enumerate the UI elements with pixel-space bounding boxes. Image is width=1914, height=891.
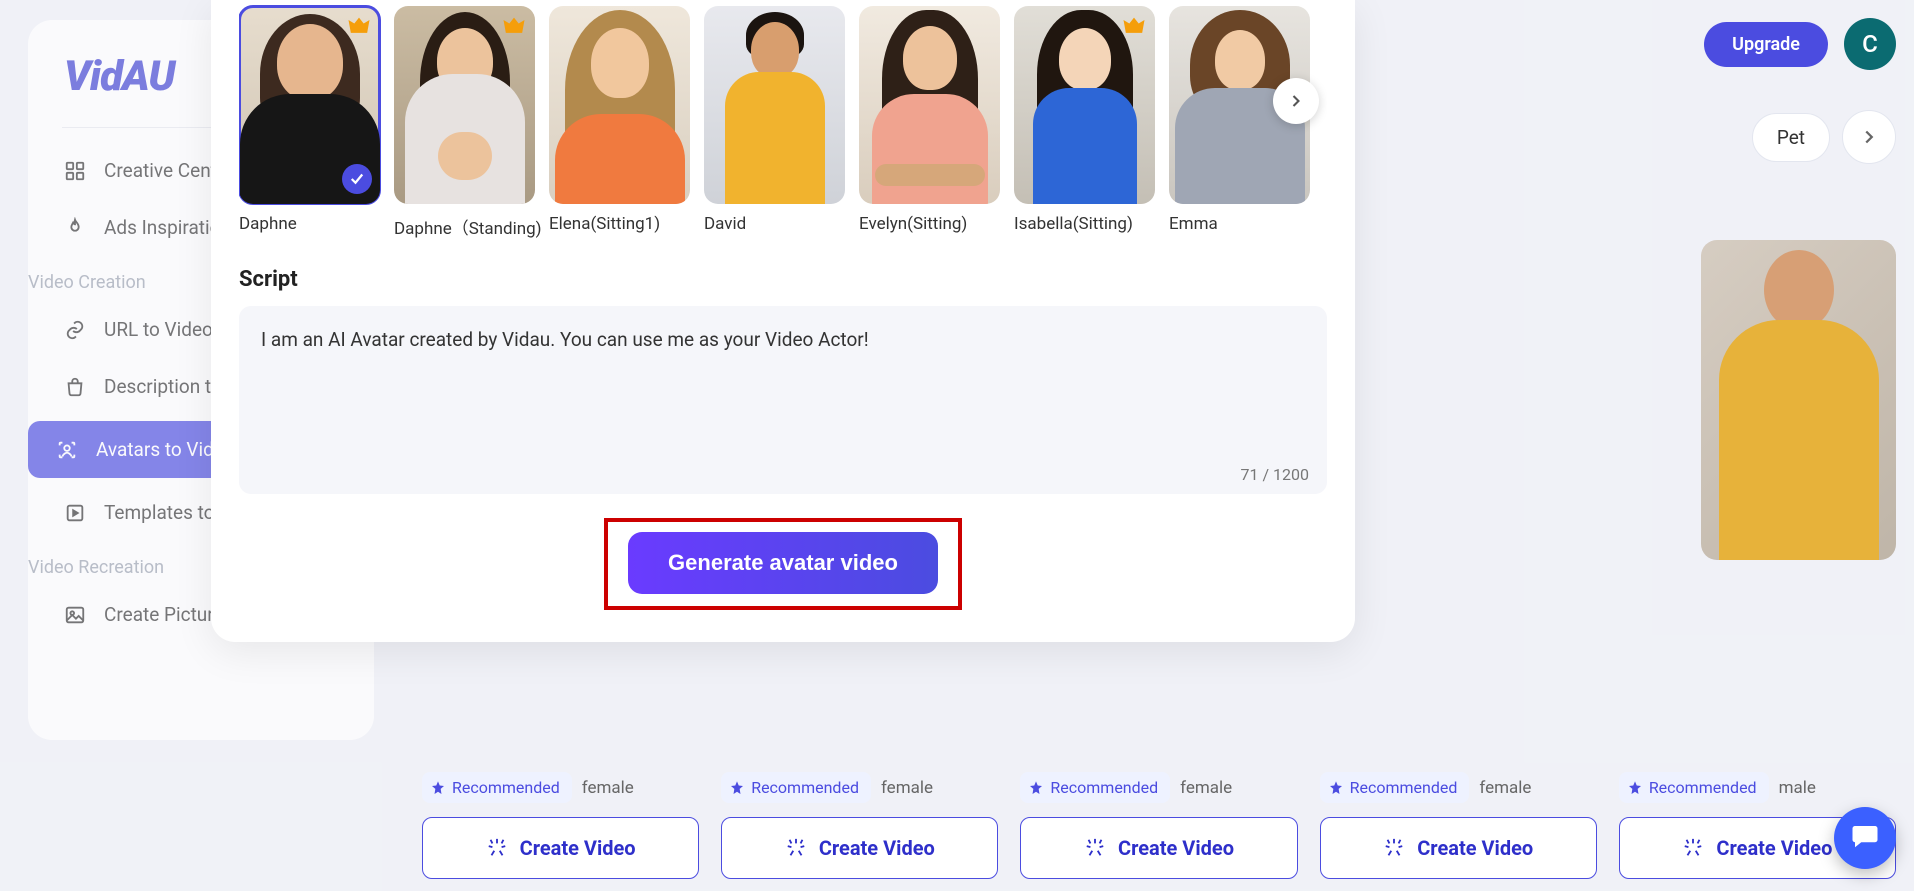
grid-icon bbox=[64, 160, 86, 182]
avatar-label: Isabella(Sitting) bbox=[1014, 214, 1155, 234]
play-square-icon bbox=[64, 502, 86, 524]
avatar-label: Emma bbox=[1169, 214, 1310, 234]
avatar-option-evelyn-sitting[interactable] bbox=[859, 6, 1000, 204]
create-video-button[interactable]: Create Video bbox=[721, 817, 998, 879]
filter-chips: Pet bbox=[1752, 110, 1896, 164]
avatar-modal: Daphne Daphne（Standing) Elena(Sitting1) bbox=[211, 0, 1355, 642]
image-icon bbox=[64, 604, 86, 626]
create-video-button[interactable]: Create Video bbox=[1020, 817, 1297, 879]
premium-badge-icon bbox=[499, 12, 529, 42]
chat-fab[interactable] bbox=[1834, 807, 1896, 869]
script-textarea[interactable]: I am an AI Avatar created by Vidau. You … bbox=[261, 326, 1305, 355]
gender-label: female bbox=[881, 778, 933, 798]
topbar: Upgrade C bbox=[1704, 18, 1896, 70]
recommended-badge: Recommended bbox=[1619, 772, 1769, 803]
chat-icon bbox=[1850, 821, 1880, 855]
avatar-strip-next-button[interactable] bbox=[1273, 78, 1319, 124]
avatar-label: Elena(Sitting1) bbox=[549, 214, 690, 234]
video-card: Recommended female Create Video bbox=[1020, 772, 1297, 879]
generate-avatar-video-button[interactable]: Generate avatar video bbox=[628, 532, 938, 594]
bag-icon bbox=[64, 376, 86, 398]
gender-label: female bbox=[1180, 778, 1232, 798]
gender-label: female bbox=[1479, 778, 1531, 798]
avatar-option-elena-sitting1[interactable] bbox=[549, 6, 690, 204]
premium-badge-icon bbox=[1119, 12, 1149, 42]
avatar-option-daphne-standing[interactable] bbox=[394, 6, 535, 204]
flame-icon bbox=[64, 217, 86, 239]
avatar-scan-icon bbox=[56, 439, 78, 461]
avatar-option-daphne[interactable] bbox=[239, 6, 380, 204]
char-count: 71 / 1200 bbox=[1241, 465, 1310, 484]
video-card: Recommended female Create Video bbox=[422, 772, 699, 879]
script-box: I am an AI Avatar created by Vidau. You … bbox=[239, 306, 1327, 494]
video-cards-row: Recommended female Create Video Recommen… bbox=[422, 772, 1896, 891]
recommended-badge: Recommended bbox=[1320, 772, 1470, 803]
background-video-preview bbox=[1701, 240, 1896, 560]
avatar-option-isabella-sitting[interactable] bbox=[1014, 6, 1155, 204]
preview-body bbox=[1719, 320, 1879, 560]
avatar-option-david[interactable] bbox=[704, 6, 845, 204]
avatar-label: Daphne（Standing) bbox=[394, 214, 535, 239]
recommended-badge: Recommended bbox=[1020, 772, 1170, 803]
recommended-badge: Recommended bbox=[422, 772, 572, 803]
avatar-label: David bbox=[704, 214, 845, 234]
gender-label: male bbox=[1779, 778, 1816, 798]
preview-head bbox=[1764, 250, 1834, 330]
upgrade-button[interactable]: Upgrade bbox=[1704, 22, 1828, 67]
highlight-annotation: Generate avatar video bbox=[604, 518, 962, 610]
video-card: Recommended female Create Video bbox=[721, 772, 998, 879]
gender-label: female bbox=[582, 778, 634, 798]
chip-next-button[interactable] bbox=[1842, 110, 1896, 164]
script-heading: Script bbox=[239, 267, 1327, 292]
create-video-button[interactable]: Create Video bbox=[422, 817, 699, 879]
chip-pet[interactable]: Pet bbox=[1752, 113, 1830, 162]
link-icon bbox=[64, 319, 86, 341]
avatar-strip: Daphne Daphne（Standing) Elena(Sitting1) bbox=[239, 2, 1327, 249]
selected-check-icon bbox=[342, 164, 372, 194]
user-avatar[interactable]: C bbox=[1844, 18, 1896, 70]
avatar-label: Daphne bbox=[239, 214, 380, 234]
avatar-label: Evelyn(Sitting) bbox=[859, 214, 1000, 234]
create-video-button[interactable]: Create Video bbox=[1320, 817, 1597, 879]
premium-badge-icon bbox=[344, 12, 374, 42]
video-card: Recommended female Create Video bbox=[1320, 772, 1597, 879]
sidebar-item-label: URL to Video bbox=[104, 318, 213, 341]
recommended-badge: Recommended bbox=[721, 772, 871, 803]
